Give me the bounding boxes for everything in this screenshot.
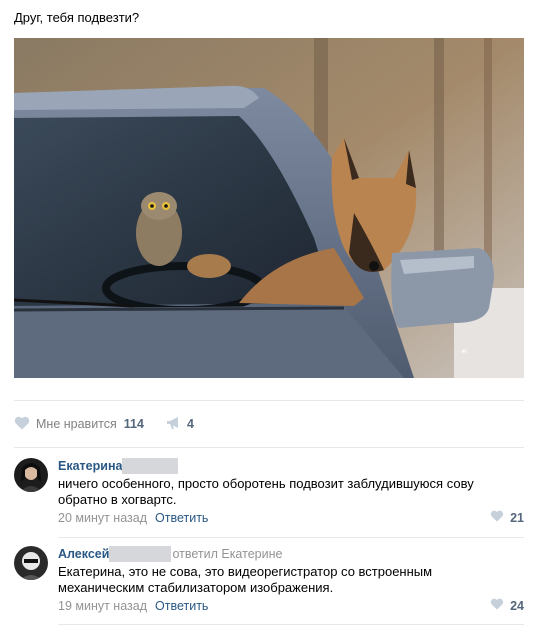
comment-item: Алексей ответил Екатерине Екатерина, это… bbox=[14, 546, 524, 614]
svg-text:☙: ☙ bbox=[460, 347, 468, 357]
comment-like-button[interactable]: 24 bbox=[490, 598, 524, 613]
heart-icon bbox=[490, 510, 504, 525]
comment-meta: 19 минут назад Ответить 24 bbox=[58, 598, 524, 614]
divider bbox=[14, 447, 524, 448]
comment-author[interactable]: Алексей bbox=[58, 547, 109, 561]
comment-time[interactable]: 19 минут назад bbox=[58, 599, 147, 613]
reply-to-link[interactable]: ответил Екатерине bbox=[172, 547, 282, 561]
comment-like-count: 24 bbox=[510, 598, 524, 613]
megaphone-icon bbox=[166, 416, 182, 433]
reply-button[interactable]: Ответить bbox=[155, 599, 208, 613]
comment-text: ничего особенного, просто оборотень подв… bbox=[58, 476, 474, 507]
avatar[interactable] bbox=[14, 546, 48, 580]
post-actions: Мне нравится 114 4 bbox=[14, 412, 194, 436]
comment-meta: 20 минут назад Ответить 21 bbox=[58, 510, 524, 526]
divider bbox=[58, 537, 524, 538]
comment-time[interactable]: 20 минут назад bbox=[58, 511, 147, 525]
heart-icon bbox=[490, 598, 504, 613]
comment-item: Екатерина ничего особенного, просто обор… bbox=[14, 458, 524, 526]
comment-text: Екатерина, это не сова, это видеорегистр… bbox=[58, 564, 433, 595]
like-label: Мне нравится bbox=[36, 417, 117, 431]
avatar[interactable] bbox=[14, 458, 48, 492]
post-text: Друг, тебя подвезти? bbox=[14, 10, 140, 25]
comment-like-button[interactable]: 21 bbox=[490, 510, 524, 525]
reply-button[interactable]: Ответить bbox=[155, 511, 208, 525]
redacted-surname bbox=[122, 458, 179, 474]
comment-author[interactable]: Екатерина bbox=[58, 459, 122, 473]
divider bbox=[14, 400, 524, 401]
like-count: 114 bbox=[123, 417, 144, 431]
post-photo[interactable]: ☙ bbox=[14, 38, 524, 378]
like-button[interactable]: Мне нравится 114 bbox=[14, 416, 144, 433]
heart-icon bbox=[14, 416, 30, 433]
share-button[interactable]: 4 bbox=[166, 416, 194, 433]
comment-like-count: 21 bbox=[510, 510, 524, 525]
divider bbox=[58, 624, 524, 625]
share-count: 4 bbox=[186, 417, 194, 431]
redacted-surname bbox=[109, 546, 172, 562]
